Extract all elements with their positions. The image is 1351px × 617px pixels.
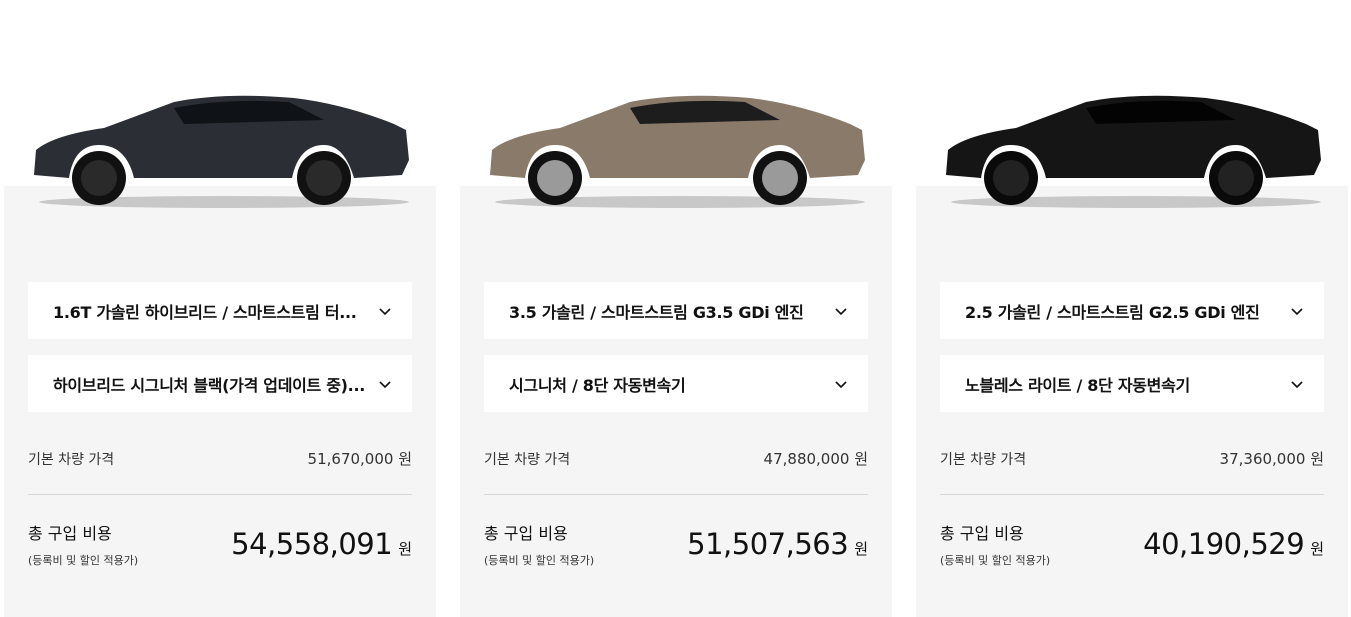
currency-unit: 원 [1310, 540, 1324, 558]
total-price-value: 51,507,563 [687, 527, 849, 561]
chevron-down-icon [1291, 307, 1303, 315]
engine-select-label: 1.6T 가솔린 하이브리드 / 스마트스트림 터... [53, 302, 357, 322]
chevron-down-icon [1291, 380, 1303, 388]
divider [28, 494, 412, 495]
total-price-value: 54,558,091 [231, 527, 393, 561]
currency-unit: 원 [398, 540, 412, 558]
base-price-label: 기본 차량 가격 [28, 451, 115, 468]
chevron-down-icon [379, 307, 391, 315]
base-price-label: 기본 차량 가격 [484, 451, 571, 468]
total-price-row: 총 구입 비용 (등록비 및 할인 적용가) 40,190,529 원 [940, 520, 1324, 568]
trim-select-label: 시그니처 / 8단 자동변속기 [509, 375, 686, 395]
engine-select[interactable]: 2.5 가솔린 / 스마트스트림 G2.5 GDi 엔진 [940, 282, 1324, 339]
comparison-page: 1.6T 가솔린 하이브리드 / 스마트스트림 터... 하이브리드 시그니처 … [0, 0, 1351, 617]
engine-select-label: 2.5 가솔린 / 스마트스트림 G2.5 GDi 엔진 [965, 302, 1260, 322]
total-price-note: (등록비 및 할인 적용가) [28, 554, 139, 567]
car-image-1 [34, 95, 409, 208]
base-price-label: 기본 차량 가격 [940, 451, 1027, 468]
vehicle-card-1: 1.6T 가솔린 하이브리드 / 스마트스트림 터... 하이브리드 시그니처 … [4, 186, 436, 617]
chevron-down-icon [835, 307, 847, 315]
total-price-note: (등록비 및 할인 적용가) [940, 554, 1051, 567]
currency-unit: 원 [854, 540, 868, 558]
total-price-label: 총 구입 비용 [940, 524, 1024, 543]
base-price-row: 기본 차량 가격 37,360,000 원 [940, 448, 1324, 469]
base-price-row: 기본 차량 가격 51,670,000 원 [28, 448, 412, 469]
vehicle-card-2: 3.5 가솔린 / 스마트스트림 G3.5 GDi 엔진 시그니처 / 8단 자… [460, 186, 892, 617]
trim-select-label: 노블레스 라이트 / 8단 자동변속기 [965, 375, 1190, 395]
total-price-value: 40,190,529 [1143, 527, 1305, 561]
total-price-label: 총 구입 비용 [28, 524, 112, 543]
engine-select[interactable]: 1.6T 가솔린 하이브리드 / 스마트스트림 터... [28, 282, 412, 339]
divider [484, 494, 868, 495]
engine-select-label: 3.5 가솔린 / 스마트스트림 G3.5 GDi 엔진 [509, 302, 804, 322]
base-price-value: 51,670,000 원 [307, 450, 412, 468]
chevron-down-icon [379, 380, 391, 388]
trim-select-label: 하이브리드 시그니처 블랙(가격 업데이트 중)... [53, 375, 366, 395]
total-price-row: 총 구입 비용 (등록비 및 할인 적용가) 54,558,091 원 [28, 520, 412, 568]
base-price-value: 47,880,000 원 [763, 450, 868, 468]
base-price-row: 기본 차량 가격 47,880,000 원 [484, 448, 868, 469]
car-image-3 [946, 95, 1321, 208]
trim-select[interactable]: 시그니처 / 8단 자동변속기 [484, 355, 868, 412]
base-price-value: 37,360,000 원 [1219, 450, 1324, 468]
total-price-label: 총 구입 비용 [484, 524, 568, 543]
trim-select[interactable]: 하이브리드 시그니처 블랙(가격 업데이트 중)... [28, 355, 412, 412]
car-image-2 [490, 95, 865, 208]
trim-select[interactable]: 노블레스 라이트 / 8단 자동변속기 [940, 355, 1324, 412]
total-price-row: 총 구입 비용 (등록비 및 할인 적용가) 51,507,563 원 [484, 520, 868, 568]
divider [940, 494, 1324, 495]
chevron-down-icon [835, 380, 847, 388]
vehicle-card-3: 2.5 가솔린 / 스마트스트림 G2.5 GDi 엔진 노블레스 라이트 / … [916, 186, 1348, 617]
total-price-note: (등록비 및 할인 적용가) [484, 554, 595, 567]
engine-select[interactable]: 3.5 가솔린 / 스마트스트림 G3.5 GDi 엔진 [484, 282, 868, 339]
